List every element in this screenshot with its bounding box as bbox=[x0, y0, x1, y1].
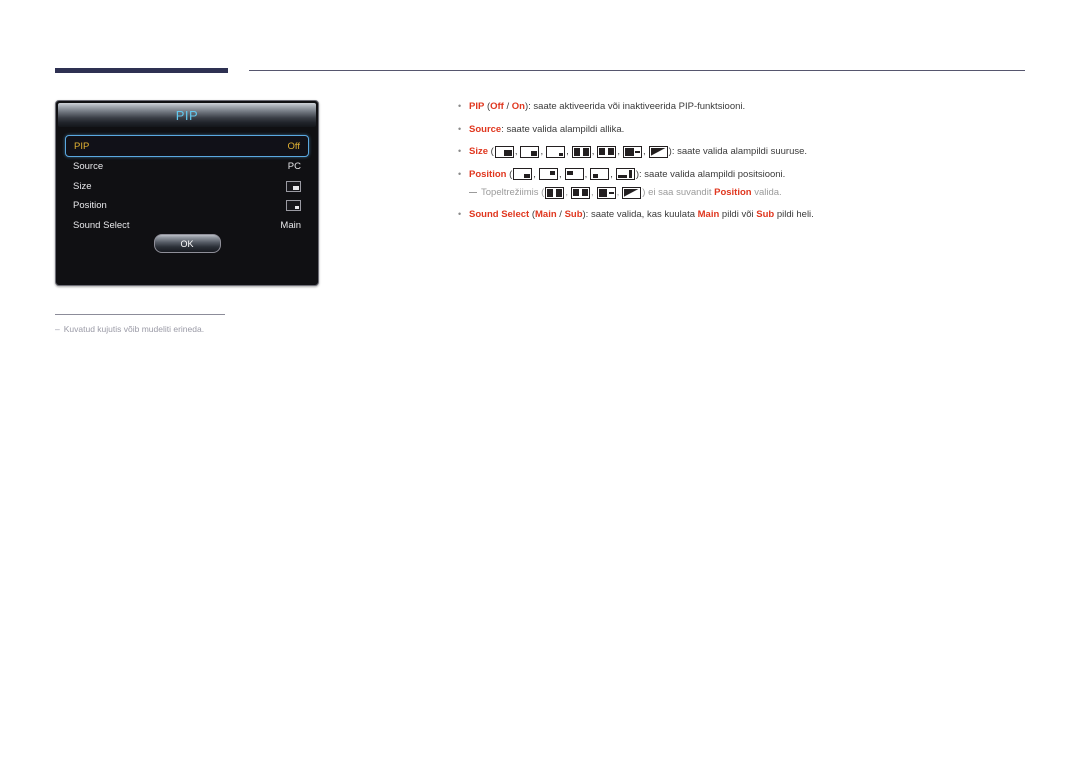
term-sound-select: Sound Select bbox=[469, 209, 530, 220]
term-main-2: Main bbox=[697, 209, 720, 220]
bullet-marker: • bbox=[458, 101, 462, 111]
osd-row-source[interactable]: Source PC bbox=[65, 157, 309, 177]
bullet-item-size: • Size (,,,,,,): saate valida alampildi … bbox=[458, 145, 1038, 158]
subnote-dash-icon bbox=[469, 192, 477, 193]
osd-panel: PIP PIP Off Source PC Size Position Soun… bbox=[55, 100, 319, 286]
bullet-marker: • bbox=[458, 209, 462, 219]
osd-row-pip-value: Off bbox=[287, 140, 301, 152]
pip-slash: / bbox=[503, 101, 512, 112]
size-open-paren: ( bbox=[488, 146, 494, 157]
bullet-marker: • bbox=[458, 146, 462, 156]
term-size: Size bbox=[469, 146, 489, 157]
bullet-marker: • bbox=[458, 168, 462, 179]
split-diagonal-icon bbox=[648, 145, 668, 158]
term-sub-1: Sub bbox=[564, 209, 583, 220]
bullet-item-source: • Source: saate valida alampildi allika. bbox=[458, 123, 1038, 136]
subnote-term-position: Position bbox=[714, 187, 752, 198]
term-source: Source bbox=[469, 123, 502, 135]
pos-bottom-left-icon bbox=[590, 168, 610, 180]
footnote: – Kuvatud kujutis võib mudeliti erineda. bbox=[55, 324, 385, 334]
source-description: : saate valida alampildi allika. bbox=[501, 123, 625, 135]
split-diagonal-icon bbox=[622, 186, 642, 199]
split-even-tall-icon bbox=[545, 186, 565, 199]
footnote-text: Kuvatud kujutis võib mudeliti erineda. bbox=[63, 324, 205, 334]
size-thumbnail-icon bbox=[286, 180, 301, 192]
position-open-paren: ( bbox=[506, 168, 513, 180]
ss-description-2: pildi või bbox=[719, 209, 757, 220]
osd-ok-button[interactable]: OK bbox=[153, 234, 221, 253]
ss-slash: / bbox=[556, 209, 565, 220]
ss-description-1: ): saate valida, kas kuulata bbox=[582, 209, 698, 220]
size-small-icon bbox=[546, 145, 566, 158]
split-even-tall-icon bbox=[571, 145, 591, 158]
osd-row-position-label: Position bbox=[73, 200, 107, 212]
osd-row-position-value bbox=[286, 200, 301, 212]
term-position: Position bbox=[469, 168, 507, 180]
osd-row-pip[interactable]: PIP Off bbox=[65, 135, 309, 157]
osd-ok-button-wrap: OK bbox=[56, 234, 318, 253]
subnote-mid: ) ei saa suvandit bbox=[642, 187, 715, 198]
bullet-text-size: Size (,,,,,,): saate valida alampildi su… bbox=[469, 145, 808, 158]
osd-titlebar: PIP bbox=[58, 103, 316, 127]
position-description: ): saate valida alampildi positsiooni. bbox=[635, 168, 786, 180]
osd-row-source-label: Source bbox=[73, 161, 104, 173]
bullet-text-pip: PIP (Off / On): saate aktiveerida või in… bbox=[469, 100, 1038, 113]
osd-row-size-label: Size bbox=[73, 180, 92, 192]
split-even-short-icon bbox=[597, 145, 617, 158]
size-large-icon bbox=[494, 145, 514, 158]
size-medium-icon bbox=[520, 145, 540, 158]
bullet-text-sound-select: Sound Select (Main / Sub): saate valida,… bbox=[469, 208, 1038, 221]
term-main-1: Main bbox=[535, 209, 557, 220]
osd-title: PIP bbox=[175, 107, 199, 123]
osd-row-position[interactable]: Position bbox=[65, 196, 309, 216]
pos-top-left-icon bbox=[564, 168, 584, 180]
osd-row-sound-select-label: Sound Select bbox=[73, 219, 130, 231]
subnote-tail: valida. bbox=[751, 187, 782, 198]
position-thumbnail-icon bbox=[286, 200, 301, 212]
pos-top-right-icon bbox=[538, 168, 558, 180]
footnote-dash: – bbox=[55, 324, 60, 334]
description-list: • PIP (Off / On): saate aktiveerida või … bbox=[458, 100, 1038, 231]
osd-row-size[interactable]: Size bbox=[65, 177, 309, 197]
subnote-lead: Topeltrežiimis ( bbox=[481, 187, 545, 198]
subnote-dual-mode: Topeltrežiimis (,,,) ei saa suvandit Pos… bbox=[469, 186, 1038, 199]
pos-arrow-icon bbox=[615, 168, 635, 180]
pip-description: ): saate aktiveerida või inaktiveerida P… bbox=[524, 101, 746, 112]
split-main-sub-icon bbox=[623, 145, 643, 158]
bullet-text-position: Position (,,,,): saate valida alampildi … bbox=[469, 168, 786, 180]
osd-row-pip-label: PIP bbox=[74, 140, 90, 152]
bullet-text-source: Source: saate valida alampildi allika. bbox=[469, 123, 1038, 136]
split-even-short-icon bbox=[571, 186, 590, 199]
size-description: ): saate valida alampildi suuruse. bbox=[668, 146, 808, 157]
osd-row-size-value bbox=[286, 180, 301, 192]
bullet-item-position: • Position (,,,,): saate valida alampild… bbox=[458, 168, 1038, 181]
osd-menu-list: PIP Off Source PC Size Position Sound Se… bbox=[56, 127, 318, 235]
ss-description-3: pildi heli. bbox=[774, 209, 814, 220]
bullet-marker: • bbox=[458, 123, 462, 134]
footnote-rule bbox=[55, 314, 225, 315]
bullet-item-pip: • PIP (Off / On): saate aktiveerida või … bbox=[458, 100, 1038, 113]
osd-row-sound-select[interactable]: Sound Select Main bbox=[65, 216, 309, 236]
header-rule-thin bbox=[249, 70, 1025, 71]
bullet-item-sound-select: • Sound Select (Main / Sub): saate valid… bbox=[458, 208, 1038, 221]
term-sub-2: Sub bbox=[756, 209, 775, 220]
header-rule-thick bbox=[55, 68, 228, 73]
term-off: Off bbox=[490, 101, 504, 112]
term-on: On bbox=[511, 101, 525, 112]
term-pip: PIP bbox=[469, 101, 485, 112]
osd-row-sound-select-value: Main bbox=[280, 219, 301, 231]
split-main-sub-icon bbox=[596, 186, 616, 199]
pos-bottom-right-icon bbox=[513, 168, 533, 180]
osd-row-source-value: PC bbox=[287, 161, 301, 173]
